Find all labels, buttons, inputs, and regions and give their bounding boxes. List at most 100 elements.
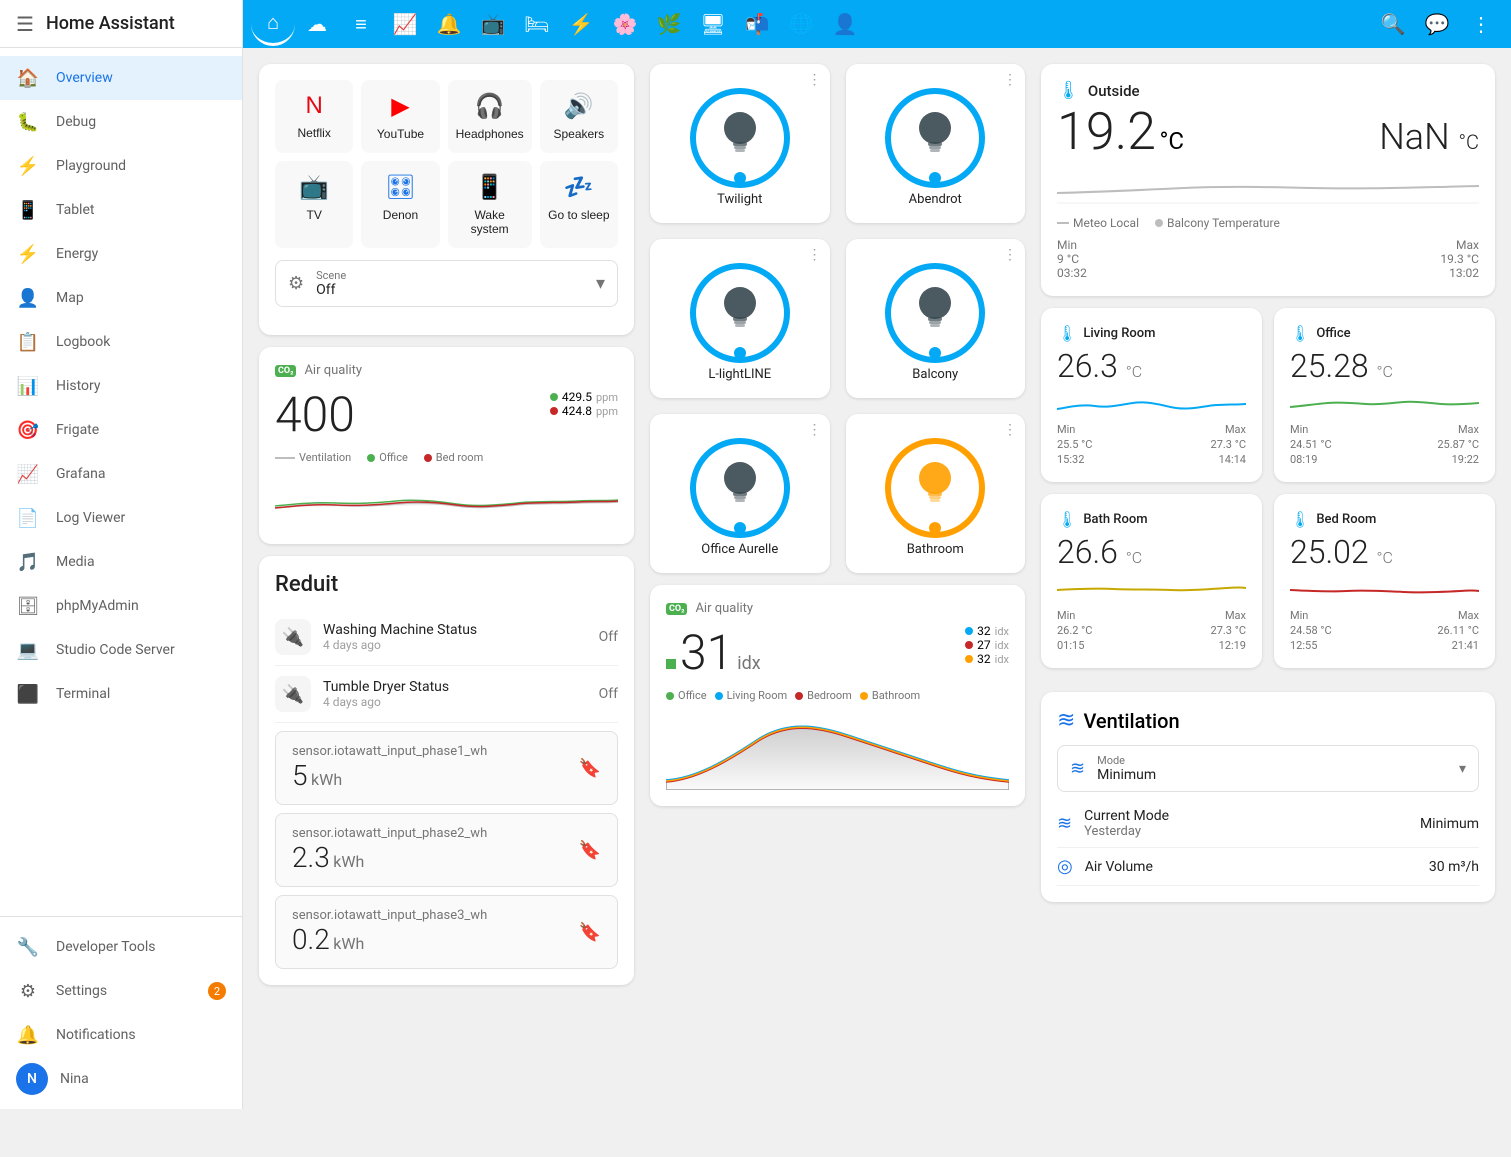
sidebar-item-log-viewer[interactable]: 📄 Log Viewer bbox=[0, 496, 242, 540]
light-card-twilight[interactable]: ⋮ Twilight bbox=[650, 64, 830, 223]
topnav-person[interactable]: 👤 bbox=[823, 2, 867, 46]
sidebar-icon-12: 🗄 bbox=[16, 594, 40, 618]
light-card-abendrot[interactable]: ⋮ Abendrot bbox=[846, 64, 1026, 223]
device-row-0: 🔌 Washing Machine Status 4 days ago Off bbox=[275, 609, 618, 666]
legend-ventilation: Ventilation bbox=[275, 451, 351, 464]
aq-mid-reading-2: 32 idx bbox=[965, 652, 1009, 666]
light-menu-3[interactable]: ⋮ bbox=[1003, 247, 1017, 263]
sensor-bookmark-0[interactable]: 🔖 bbox=[579, 758, 601, 779]
sidebar-label-5: Map bbox=[56, 290, 84, 306]
sidebar-label-8: Frigate bbox=[56, 422, 99, 438]
outside-min-value: 9 °C bbox=[1057, 252, 1268, 266]
topnav-control[interactable]: ≡ bbox=[339, 2, 383, 46]
light-menu-2[interactable]: ⋮ bbox=[808, 247, 822, 263]
bulb-svg-1 bbox=[910, 108, 960, 168]
device-info-0: Washing Machine Status 4 days ago bbox=[323, 622, 599, 652]
sensor-unit-2: kWh bbox=[333, 934, 364, 953]
sidebar-item-tablet[interactable]: 📱 Tablet bbox=[0, 188, 242, 232]
light-card-office-aurelle[interactable]: ⋮ Office Aurelle bbox=[650, 414, 830, 573]
legend-office-label: Office bbox=[379, 451, 408, 464]
media-card: N Netflix▶ YouTube🎧 Headphones🔊 Speakers… bbox=[259, 64, 634, 335]
menu-icon[interactable]: ☰ bbox=[16, 12, 34, 36]
aq-mid-unit-0: idx bbox=[995, 625, 1009, 638]
sidebar-item-energy[interactable]: ⚡ Energy bbox=[0, 232, 242, 276]
aq-mid-title: Air quality bbox=[695, 601, 753, 616]
topnav-bolt[interactable]: ⚡ bbox=[559, 2, 603, 46]
topnav-mail[interactable]: 📬 bbox=[735, 2, 779, 46]
sensor-info-2: sensor.iotawatt_input_phase3_wh 0.2 kWh bbox=[292, 908, 487, 956]
light-menu-0[interactable]: ⋮ bbox=[808, 72, 822, 88]
sidebar-icon-2: ⚡ bbox=[16, 154, 40, 178]
sensor-bookmark-1[interactable]: 🔖 bbox=[579, 840, 601, 861]
vent-mode-selector[interactable]: ≋ Mode Minimum ▾ bbox=[1057, 745, 1479, 792]
sensor-info-1: sensor.iotawatt_input_phase2_wh 2.3 kWh bbox=[292, 826, 487, 874]
scene-gear-icon: ⚙ bbox=[288, 273, 304, 294]
sidebar-item-playground[interactable]: ⚡ Playground bbox=[0, 144, 242, 188]
aq-left-header: CO₂ Air quality bbox=[275, 363, 618, 378]
topnav-home[interactable]: ⌂ bbox=[251, 2, 295, 46]
light-card-bathroom[interactable]: ⋮ Bathroom bbox=[846, 414, 1026, 573]
temp-value-1: 25.28 bbox=[1290, 347, 1369, 385]
sidebar-item-map[interactable]: 👤 Map bbox=[0, 276, 242, 320]
media-btn-go-to-sleep[interactable]: 💤 Go to sleep bbox=[540, 161, 618, 248]
sidebar-item-frigate[interactable]: 🎯 Frigate bbox=[0, 408, 242, 452]
scene-dropdown-icon[interactable]: ▾ bbox=[596, 273, 605, 294]
media-btn-youtube[interactable]: ▶ YouTube bbox=[361, 80, 439, 153]
sidebar-footer-notifications[interactable]: 🔔Notifications bbox=[0, 1013, 242, 1057]
sidebar-item-overview[interactable]: 🏠 Overview bbox=[0, 56, 242, 100]
topnav-network[interactable]: 🌐 bbox=[779, 2, 823, 46]
topnav-chat[interactable]: 💬 bbox=[1415, 2, 1459, 46]
topnav-graph[interactable]: 📈 bbox=[383, 2, 427, 46]
vent-row-2-icon: ◎ bbox=[1057, 856, 1073, 877]
light-card-l-lightline[interactable]: ⋮ L-lightLINE bbox=[650, 239, 830, 398]
sidebar-item-phpmyadmin[interactable]: 🗄 phpMyAdmin bbox=[0, 584, 242, 628]
topnav-climate[interactable]: ☁ bbox=[295, 2, 339, 46]
sidebar-item-history[interactable]: 📊 History bbox=[0, 364, 242, 408]
light-menu-4[interactable]: ⋮ bbox=[808, 422, 822, 438]
sidebar-footer-developer-tools[interactable]: 🔧Developer Tools bbox=[0, 925, 242, 969]
temp-location-2: Bath Room bbox=[1083, 512, 1147, 527]
topnav-tv[interactable]: 📺 bbox=[471, 2, 515, 46]
light-card-balcony[interactable]: ⋮ Balcony bbox=[846, 239, 1026, 398]
scene-selector[interactable]: ⚙ Scene Off ▾ bbox=[275, 260, 618, 307]
topnav-bed[interactable]: 🛏 bbox=[515, 2, 559, 46]
aq-mid-legend-2: Bedroom bbox=[795, 689, 852, 702]
topnav-leaf[interactable]: 🌿 bbox=[647, 2, 691, 46]
sensor-bookmark-2[interactable]: 🔖 bbox=[579, 922, 601, 943]
legend-office: Office bbox=[367, 451, 408, 464]
sidebar-footer-nina[interactable]: NNina bbox=[0, 1057, 242, 1101]
vent-title-label: Ventilation bbox=[1083, 709, 1179, 733]
light-name-4: Office Aurelle bbox=[666, 542, 814, 557]
temp-value-3: 25.02 bbox=[1290, 533, 1369, 571]
vent-mode-content: Mode Minimum bbox=[1097, 754, 1447, 783]
media-btn-wake-system[interactable]: 📱 Wake system bbox=[448, 161, 532, 248]
sidebar-icon-13: 💻 bbox=[16, 638, 40, 662]
topnav-search[interactable]: 🔍 bbox=[1371, 2, 1415, 46]
media-btn-headphones[interactable]: 🎧 Headphones bbox=[448, 80, 532, 153]
topnav-notify[interactable]: 🔔 bbox=[427, 2, 471, 46]
sidebar-footer-settings[interactable]: ⚙Settings2 bbox=[0, 969, 242, 1013]
topnav-monitor[interactable]: 🖥 bbox=[691, 2, 735, 46]
media-btn-netflix[interactable]: N Netflix bbox=[275, 80, 353, 153]
sidebar-item-terminal[interactable]: ⬛ Terminal bbox=[0, 672, 242, 716]
aq-mid-square bbox=[666, 659, 676, 669]
sidebar-item-grafana[interactable]: 📈 Grafana bbox=[0, 452, 242, 496]
temp-val-0: 26.3 °C bbox=[1057, 347, 1246, 385]
media-btn-tv[interactable]: 📺 TV bbox=[275, 161, 353, 248]
topnav-flower[interactable]: 🌸 bbox=[603, 2, 647, 46]
vent-dropdown-icon[interactable]: ▾ bbox=[1459, 761, 1466, 777]
legend-office-dot bbox=[367, 454, 375, 462]
topnav-more[interactable]: ⋮ bbox=[1459, 2, 1503, 46]
footer-label-Nina: Nina bbox=[60, 1071, 89, 1087]
light-menu-5[interactable]: ⋮ bbox=[1003, 422, 1017, 438]
light-name-5: Bathroom bbox=[862, 542, 1010, 557]
media-btn-speakers[interactable]: 🔊 Speakers bbox=[540, 80, 618, 153]
outside-temp-val2: NaN °C bbox=[1379, 116, 1479, 158]
sidebar-item-debug[interactable]: 🐛 Debug bbox=[0, 100, 242, 144]
light-menu-1[interactable]: ⋮ bbox=[1003, 72, 1017, 88]
outside-max-value: 19.3 °C bbox=[1268, 252, 1479, 266]
sidebar-item-logbook[interactable]: 📋 Logbook bbox=[0, 320, 242, 364]
sidebar-item-media[interactable]: 🎵 Media bbox=[0, 540, 242, 584]
sidebar-item-studio-code-server[interactable]: 💻 Studio Code Server bbox=[0, 628, 242, 672]
media-btn-denon[interactable]: 🎛 Denon bbox=[361, 161, 439, 248]
